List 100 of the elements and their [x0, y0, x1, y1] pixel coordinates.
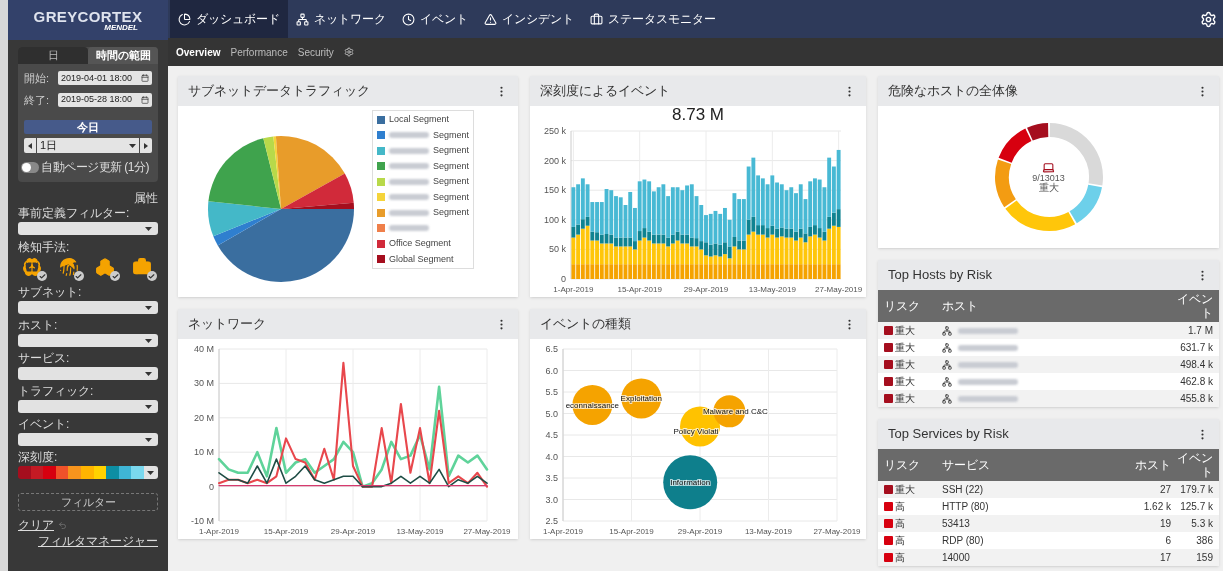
table-row[interactable]: 高 HTTP (80) 1.62 k 125.7 k [878, 498, 1219, 515]
filter-label: 検知手法: [18, 241, 71, 254]
legend-label: Segment [433, 206, 470, 219]
axis-tick-label: 150 k [543, 185, 566, 196]
filter-label: トラフィック: [18, 385, 95, 398]
axis-tick-label: 0 [561, 274, 566, 284]
range-tab[interactable]: 時間の範囲 [88, 47, 158, 64]
date-field[interactable]: 2019-05-28 18:00 [58, 92, 152, 107]
axis-tick-label: 3.5 [545, 473, 558, 483]
logo-product: MENDEL [104, 23, 138, 32]
legend-label: Segment [433, 144, 470, 157]
column-header: サービス [942, 457, 991, 474]
donut-center-label: 重大 [1038, 183, 1059, 193]
nav-tab[interactable]: ステータスモニター [582, 0, 724, 38]
table-row[interactable]: 高 53413 19 5.3 k [878, 515, 1219, 532]
column-header: イベント [1176, 451, 1213, 479]
axis-tick-label: 6.0 [545, 365, 558, 376]
period-dropdown[interactable]: 1日 [37, 138, 139, 153]
sub-tab[interactable]: Overview [176, 44, 221, 60]
axis-tick-label: 2.5 [545, 516, 558, 526]
risk-label: 高 [895, 551, 905, 565]
axis-tick-label: 13-May-2019 [748, 285, 796, 294]
table-cell-text: 53413 [942, 517, 971, 531]
axis-tick-label: 10 M [194, 447, 214, 458]
column-header: リスク [884, 457, 921, 474]
nav-tab[interactable]: イベント [394, 0, 476, 38]
legend-label: Segment [433, 159, 470, 173]
table-cell-text: SSH (22) [942, 483, 985, 497]
column-header: イベント [1176, 292, 1213, 320]
risk-label: 重大 [895, 375, 915, 389]
column-header: ホスト [942, 298, 979, 315]
filter-label: 深刻度: [18, 451, 59, 464]
sub-tab[interactable]: Security [297, 44, 334, 60]
panel-title: 危険なホストの全体像 [888, 82, 1018, 101]
nav-tab[interactable]: ダッシュボード [170, 0, 288, 38]
range-tab[interactable]: 日 [18, 47, 88, 64]
legend-label: Global Segment [389, 252, 454, 266]
axis-tick-label: -10 M [191, 516, 214, 526]
legend-label: Office Segment [389, 237, 451, 250]
field-label: 開始: [24, 71, 50, 86]
axis-tick-label: 15-Apr-2019 [617, 285, 662, 294]
axis-tick-label: 27-May-2019 [463, 527, 511, 536]
filter-button[interactable]: フィルター [18, 493, 158, 511]
axis-tick-label: 200 k [543, 155, 566, 166]
table-cell-text: 159 [1195, 551, 1213, 565]
table-cell-text: 631.7 k [1180, 341, 1213, 355]
axis-tick-label: 13-May-2019 [396, 527, 444, 536]
axis-tick-label: 30 M [194, 378, 214, 389]
nav-tab[interactable]: ネットワーク [288, 0, 394, 38]
table-row[interactable]: 重大 455.8 k [878, 390, 1219, 407]
table-cell-text: 27 [1158, 483, 1171, 497]
clear-link[interactable]: クリア [18, 518, 54, 532]
risk-label: 重大 [895, 483, 915, 497]
table-cell-text: 1.7 M [1188, 324, 1213, 338]
axis-tick-label: 100 k [543, 214, 566, 225]
table-row[interactable]: 高 14000 17 159 [878, 549, 1219, 566]
table-cell-text: HTTP (80) [942, 500, 990, 514]
risk-label: 重大 [895, 324, 915, 338]
sub-tab[interactable]: Performance [230, 44, 288, 60]
toggle-label: 自動ページ更新 (1分) [41, 159, 149, 176]
table-cell-text: RDP (80) [942, 534, 985, 548]
risk-label: 重大 [895, 358, 915, 372]
panel-title: Top Services by Risk [888, 425, 1009, 444]
axis-tick-label: 0 [209, 481, 214, 492]
bubble-label: Information [670, 478, 711, 488]
table-cell-text: 6 [1164, 534, 1171, 548]
attributes-link[interactable]: 属性 [134, 192, 158, 205]
table-row[interactable]: 重大 631.7 k [878, 339, 1219, 356]
table-cell-text: 17 [1158, 551, 1171, 565]
axis-tick-label: 1-Apr-2019 [199, 527, 239, 536]
axis-tick-label: 1-Apr-2019 [543, 527, 583, 536]
axis-tick-label: 3.0 [545, 494, 558, 505]
column-header: リスク [884, 298, 921, 315]
table-cell-text: 125.7 k [1179, 500, 1213, 514]
axis-tick-label: 27-May-2019 [813, 527, 861, 536]
axis-tick-label: 250 k [543, 126, 566, 136]
risk-label: 高 [895, 534, 905, 548]
table-row[interactable]: 重大 SSH (22) 27 179.7 k [878, 481, 1219, 498]
axis-tick-label: 6.5 [545, 344, 558, 354]
table-row[interactable]: 重大 498.4 k [878, 356, 1219, 373]
table-row[interactable]: 重大 462.8 k [878, 373, 1219, 390]
panel-title: ネットワーク [188, 315, 266, 334]
today-button[interactable]: 今日 [24, 120, 152, 134]
filter-label: サブネット: [18, 286, 83, 299]
panel-title: 深刻度によるイベント [540, 82, 670, 101]
donut-center-value: 9/13013 [1032, 174, 1065, 183]
axis-tick-label: 29-Apr-2019 [683, 285, 729, 294]
nav-tab[interactable]: インシデント [476, 0, 582, 38]
table-row[interactable]: 高 RDP (80) 6 386 [878, 532, 1219, 549]
table-cell-text: 462.8 k [1180, 375, 1213, 389]
axis-tick-label: 15-Apr-2019 [263, 527, 309, 536]
table-cell-text: 14000 [942, 551, 971, 565]
risk-label: 高 [895, 517, 905, 531]
axis-tick-label: 29-Apr-2019 [677, 527, 723, 536]
date-field[interactable]: 2019-04-01 18:00 [58, 71, 152, 86]
table-row[interactable]: 重大 1.7 M [878, 322, 1219, 339]
axis-tick-label: 13-May-2019 [744, 527, 793, 536]
panel-title: サブネットデータトラフィック [188, 82, 370, 101]
filter-manager-link[interactable]: フィルタマネージャー [38, 534, 158, 548]
axis-tick-label: 27-May-2019 [815, 285, 863, 294]
